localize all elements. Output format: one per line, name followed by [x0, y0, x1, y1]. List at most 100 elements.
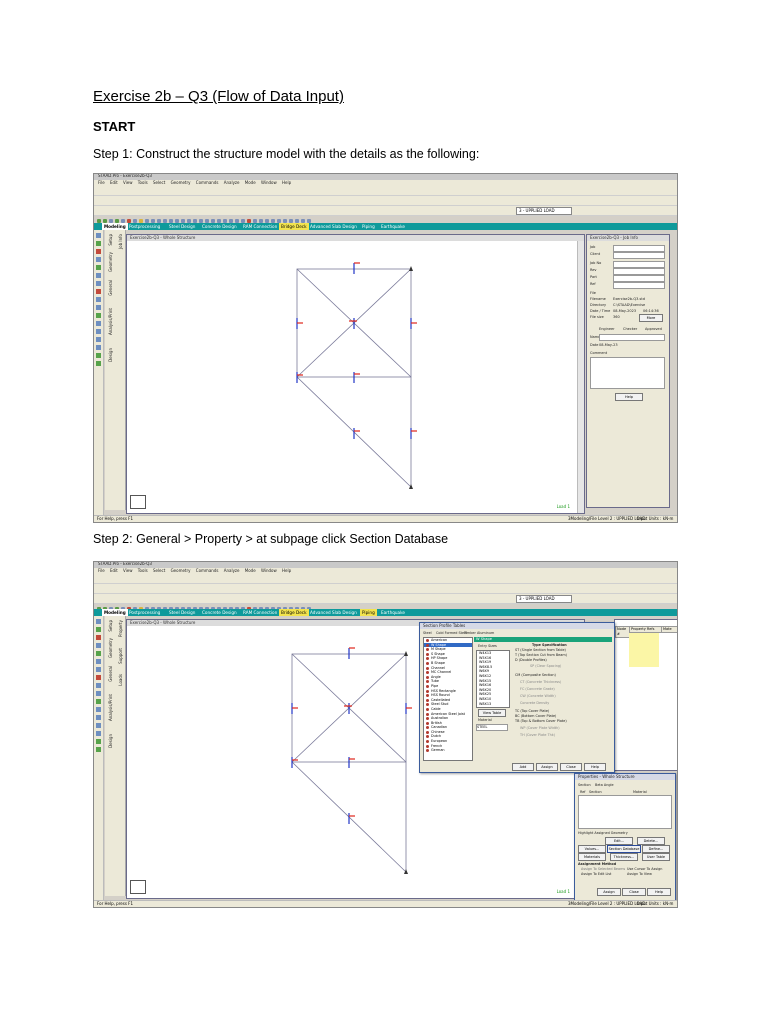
menu-window[interactable]: Window	[261, 180, 277, 185]
add-button[interactable]: Add	[512, 763, 534, 771]
viewport-scrollbar[interactable]	[577, 241, 584, 513]
help-button[interactable]: Help	[647, 888, 671, 896]
ref-input[interactable]	[613, 282, 665, 289]
highlight-checkbox[interactable]: Highlight Assigned Geometry	[578, 831, 628, 835]
menu-file[interactable]: File	[98, 568, 105, 573]
assign-to-view[interactable]: Assign To View	[627, 872, 652, 876]
menu-edit[interactable]: Edit	[110, 180, 118, 185]
menu-tools[interactable]: Tools	[138, 180, 148, 185]
property-list[interactable]	[578, 795, 672, 829]
tab-steel-design[interactable]: Steel Design	[167, 609, 197, 616]
job-input[interactable]	[613, 245, 665, 252]
tab-section[interactable]: Section	[578, 783, 591, 787]
menu-mode[interactable]: Mode	[245, 180, 256, 185]
page-analysis-print[interactable]: Analysis/Print	[108, 694, 113, 721]
type-option-st[interactable]: ST (Single Section from Table)	[515, 648, 566, 652]
assign-button[interactable]: Assign	[536, 763, 558, 771]
tab-piping[interactable]: Piping	[360, 223, 377, 230]
property-refs-cells[interactable]	[629, 633, 659, 667]
menu-analyze[interactable]: Analyze	[224, 180, 240, 185]
tab-advanced-slab[interactable]: Advanced Slab Design	[308, 223, 359, 230]
edit-button[interactable]: Edit...	[605, 837, 633, 845]
define-button[interactable]: Define...	[642, 845, 670, 853]
page-design[interactable]: Design	[108, 348, 113, 362]
tab-aluminum[interactable]: Aluminum	[477, 631, 494, 635]
tab-bridge-deck[interactable]: Bridge Deck	[279, 223, 309, 230]
type-option-cm[interactable]: CM (Composite Section)	[515, 673, 556, 677]
entry-sizes-list[interactable]: W4X13 W5X16 W5X19 W6X8.5 W6X9 W6X12 W6X1…	[476, 650, 510, 708]
menu-select[interactable]: Select	[153, 568, 165, 573]
menu-view[interactable]: View	[123, 180, 133, 185]
assign-edit-list[interactable]: Assign To Edit List	[581, 872, 611, 876]
menu-window[interactable]: Window	[261, 568, 277, 573]
menu-mode[interactable]: Mode	[245, 568, 256, 573]
more-button[interactable]: More	[639, 314, 663, 322]
tab-concrete-design[interactable]: Concrete Design	[200, 223, 239, 230]
close-button[interactable]: Close	[560, 763, 582, 771]
tab-cold-formed[interactable]: Cold Formed Steel	[436, 631, 467, 635]
tab-ram-connection[interactable]: RAM Connection	[241, 223, 279, 230]
load-case-combo[interactable]: 3 - UPPLIED LOAD	[516, 595, 572, 603]
page-general[interactable]: General	[108, 280, 113, 296]
page-analysis-print[interactable]: Analysis/Print	[108, 308, 113, 335]
menu-commands[interactable]: Commands	[196, 568, 219, 573]
subpage-property[interactable]: Property	[118, 620, 123, 637]
subpage-support[interactable]: Support	[118, 648, 123, 664]
menu-select[interactable]: Select	[153, 180, 165, 185]
left-tool-strip[interactable]	[94, 616, 104, 901]
menu-view[interactable]: View	[123, 568, 133, 573]
part-input[interactable]	[613, 275, 665, 282]
name-inputs[interactable]	[599, 334, 665, 341]
client-input[interactable]	[613, 252, 665, 259]
help-button[interactable]: Help	[584, 763, 606, 771]
menu-geometry[interactable]: Geometry	[171, 568, 191, 573]
assign-button[interactable]: Assign	[597, 888, 621, 896]
left-tool-strip[interactable]	[94, 230, 104, 515]
use-cursor-assign[interactable]: Use Cursor To Assign	[627, 867, 662, 871]
tab-postprocessing[interactable]: Postprocessing	[127, 609, 162, 616]
values-button[interactable]: Values...	[578, 845, 606, 853]
type-option-tc[interactable]: TC (Top Cover Plate)	[515, 709, 549, 713]
toolbar-icons[interactable]	[97, 596, 447, 611]
type-option-t[interactable]: T (Top Section Cut from Beam)	[515, 653, 567, 657]
thickness-button[interactable]: Thickness...	[610, 853, 638, 861]
main-viewport[interactable]: Exercise2b-Q3 - Whole Structure Load 1	[126, 234, 585, 514]
size-item[interactable]: W8X13	[477, 702, 509, 707]
toolbar-icons[interactable]	[97, 188, 657, 203]
subpage-job-info[interactable]: Job Info	[118, 234, 123, 249]
tab-modeling[interactable]: Modeling	[102, 223, 128, 230]
tab-steel[interactable]: Steel	[423, 631, 432, 635]
toolbar-icons[interactable]	[97, 198, 657, 213]
tab-bridge-deck[interactable]: Bridge Deck	[279, 609, 309, 616]
materials-button[interactable]: Materials	[578, 853, 606, 861]
tab-earthquake[interactable]: Earthquake	[379, 609, 407, 616]
view-table-button[interactable]: View Table	[478, 709, 506, 717]
toolbar-icons[interactable]	[97, 586, 657, 601]
page-geometry[interactable]: Geometry	[108, 638, 113, 658]
menu-file[interactable]: File	[98, 180, 105, 185]
type-option-tb[interactable]: TB (Top & Bottom Cover Plate)	[515, 719, 567, 723]
type-option-d[interactable]: D (Double Profiles)	[515, 658, 547, 662]
tab-beta-angle[interactable]: Beta Angle	[595, 783, 614, 787]
menu-analyze[interactable]: Analyze	[224, 568, 240, 573]
tab-concrete-design[interactable]: Concrete Design	[200, 609, 239, 616]
page-design[interactable]: Design	[108, 734, 113, 748]
page-setup[interactable]: Setup	[108, 234, 113, 246]
tab-ram-connection[interactable]: RAM Connection	[241, 609, 279, 616]
tab-timber[interactable]: Timber	[464, 631, 476, 635]
page-geometry[interactable]: Geometry	[108, 252, 113, 272]
tree-item[interactable]: German	[424, 748, 472, 753]
delete-button[interactable]: Delete...	[637, 837, 665, 845]
menu-tools[interactable]: Tools	[138, 568, 148, 573]
job-no-input[interactable]	[613, 261, 665, 268]
subpage-loads[interactable]: Loads	[118, 674, 123, 686]
load-case-combo[interactable]: 3 - UPPLIED LOAD	[516, 207, 572, 215]
section-tree[interactable]: American W Shape M Shape S Shape HP Shap…	[423, 637, 473, 761]
menu-commands[interactable]: Commands	[196, 180, 219, 185]
assign-selected-beams[interactable]: Assign To Selected Beams	[581, 867, 625, 871]
help-button[interactable]: Help	[615, 393, 643, 401]
toolbar-icons[interactable]	[97, 208, 447, 223]
close-button[interactable]: Close	[622, 888, 646, 896]
rev-input[interactable]	[613, 268, 665, 275]
menu-edit[interactable]: Edit	[110, 568, 118, 573]
